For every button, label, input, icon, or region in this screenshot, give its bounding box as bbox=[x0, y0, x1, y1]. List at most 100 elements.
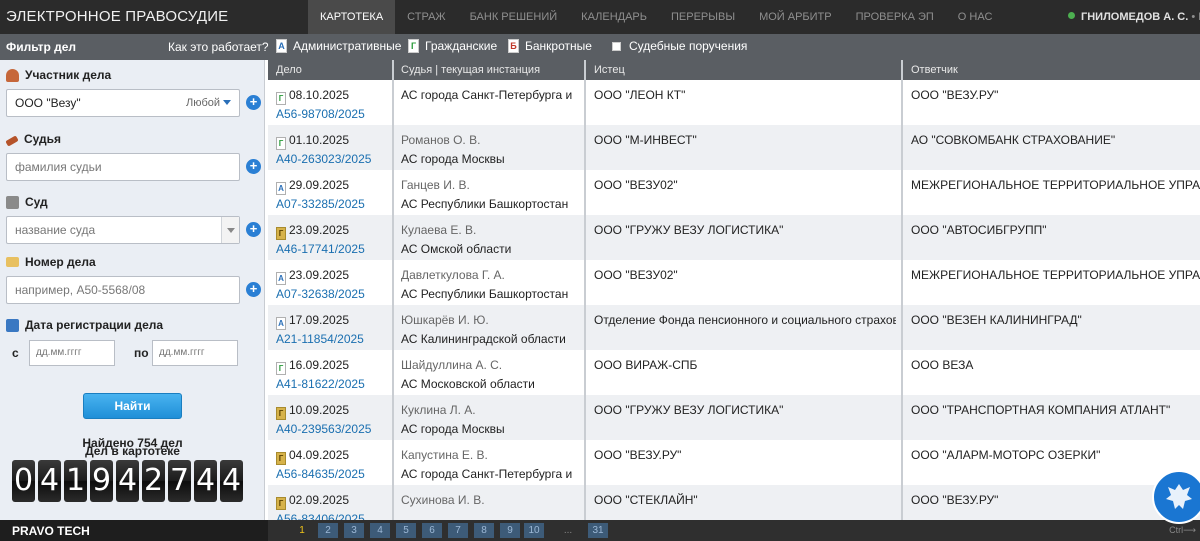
judge-name: Сухинова И. В. bbox=[401, 493, 485, 507]
case-type-icon: Г bbox=[276, 452, 286, 465]
search-button[interactable]: Найти bbox=[83, 393, 182, 419]
case-number-link[interactable]: А40-239563/2025 bbox=[276, 422, 392, 436]
date-from-input[interactable]: дд.мм.гггг bbox=[29, 340, 115, 366]
page-3-button[interactable]: 3 bbox=[344, 523, 364, 538]
court-dropdown-arrow-icon[interactable] bbox=[221, 217, 239, 243]
gavel-icon bbox=[5, 135, 19, 147]
participant-role-select[interactable]: Любой bbox=[186, 90, 231, 116]
table-row[interactable]: Г 04.09.2025 А56-84635/2025 Капустина Е. В.… bbox=[268, 440, 1200, 485]
case-number-link[interactable]: А56-83406/2025 bbox=[276, 512, 392, 520]
header-defendant[interactable]: Ответчик bbox=[911, 64, 958, 76]
page-10-button[interactable]: 10 bbox=[524, 523, 544, 538]
case-number-input[interactable]: например, А50-5568/08 bbox=[6, 276, 240, 304]
page-2-button[interactable]: 2 bbox=[318, 523, 338, 538]
table-row[interactable]: А 23.09.2025 А07-32638/2025 Давлеткулова Г.… bbox=[268, 260, 1200, 305]
header-plaintiff[interactable]: Истец bbox=[594, 64, 625, 76]
case-number-link[interactable]: А56-84635/2025 bbox=[276, 467, 392, 481]
plaintiff-name[interactable]: Отделение Фонда пенсионного и социальног… bbox=[594, 313, 896, 327]
case-number-link[interactable]: А21-11854/2025 bbox=[276, 332, 392, 346]
table-row[interactable]: Г 10.09.2025 А40-239563/2025 Куклина Л. А. А… bbox=[268, 395, 1200, 440]
page-7-button[interactable]: 7 bbox=[448, 523, 468, 538]
filter-type-administrative[interactable]: А Административные bbox=[276, 39, 401, 53]
table-row[interactable]: Г 23.09.2025 А46-17741/2025 Кулаева Е. В. АС… bbox=[268, 215, 1200, 260]
page-4-button[interactable]: 4 bbox=[370, 523, 390, 538]
header-case[interactable]: Дело bbox=[276, 64, 302, 76]
nav-pereryvy[interactable]: ПЕРЕРЫВЫ bbox=[659, 0, 747, 34]
nav-bank-resheniy[interactable]: БАНК РЕШЕНИЙ bbox=[458, 0, 570, 34]
add-participant-button[interactable]: + bbox=[246, 95, 261, 110]
court-orders-checkbox[interactable] bbox=[612, 41, 621, 51]
defendant-name[interactable]: МЕЖРЕГИОНАЛЬНОЕ ТЕРРИТОРИАЛЬНОЕ УПРАВЛЕН bbox=[911, 268, 1200, 282]
court-name: АС города Москвы bbox=[401, 422, 505, 436]
nav-kartoteka[interactable]: КАРТОТЕКА bbox=[308, 0, 396, 34]
defendant-name[interactable]: ООО "ВЕЗЕН КАЛИНИНГРАД" bbox=[911, 313, 1200, 327]
table-row[interactable]: Г 16.09.2025 А41-81622/2025 Шайдуллина А. С… bbox=[268, 350, 1200, 395]
nav-strazh[interactable]: СТРАЖ bbox=[395, 0, 457, 34]
case-type-icon: Г bbox=[276, 362, 286, 375]
page-5-button[interactable]: 5 bbox=[396, 523, 416, 538]
site-brand[interactable]: ЭЛЕКТРОННОЕ ПРАВОСУДИЕ bbox=[6, 8, 228, 25]
nav-kalendar[interactable]: КАЛЕНДАРЬ bbox=[569, 0, 659, 34]
defendant-name[interactable]: ООО "АВТОСИБГРУПП" bbox=[911, 223, 1200, 237]
judge-input[interactable]: фамилия судьи bbox=[6, 153, 240, 181]
case-number-link[interactable]: А07-32638/2025 bbox=[276, 287, 392, 301]
defendant-name[interactable]: ООО ВЕЗА bbox=[911, 358, 1200, 372]
nav-moy-arbitr[interactable]: МОЙ АРБИТР bbox=[747, 0, 844, 34]
case-counter: 0 4 1 9 4 2 7 4 4 bbox=[12, 460, 246, 502]
table-row[interactable]: А 17.09.2025 А21-11854/2025 Юшкарёв И. Ю. АС… bbox=[268, 305, 1200, 350]
nav-proverka-ep[interactable]: ПРОВЕРКА ЭП bbox=[844, 0, 946, 34]
defendant-name[interactable]: МЕЖРЕГИОНАЛЬНОЕ ТЕРРИТОРИАЛЬНОЕ УПРАВЛЕН bbox=[911, 178, 1200, 192]
case-number-link[interactable]: А46-17741/2025 bbox=[276, 242, 392, 256]
case-type-icon: А bbox=[276, 317, 286, 330]
plaintiff-name[interactable]: ООО "ВЕЗУ.РУ" bbox=[594, 448, 896, 462]
defendant-name[interactable]: АО "СОВКОМБАНК СТРАХОВАНИЕ" bbox=[911, 133, 1200, 147]
court-orders-label: Судебные поручения bbox=[629, 39, 748, 53]
add-court-button[interactable]: + bbox=[246, 222, 261, 237]
plaintiff-name[interactable]: ООО "ГРУЖУ ВЕЗУ ЛОГИСТИКА" bbox=[594, 223, 896, 237]
emblem-icon[interactable] bbox=[1152, 470, 1200, 524]
cards-count-label: Дел в картотеке bbox=[85, 444, 180, 458]
header-judge-instance[interactable]: Судья | текущая инстанция bbox=[401, 64, 540, 76]
participant-input[interactable]: ООО "Везу" Любой bbox=[6, 89, 240, 117]
defendant-name[interactable]: ООО "ТРАНСПОРТНАЯ КОМПАНИЯ АТЛАНТ" bbox=[911, 403, 1200, 417]
page-6-button[interactable]: 6 bbox=[422, 523, 442, 538]
plaintiff-name[interactable]: ООО "СТЕКЛАЙН" bbox=[594, 493, 896, 507]
plaintiff-name[interactable]: ООО "ВЕЗУ02" bbox=[594, 178, 896, 192]
judge-name: Куклина Л. А. bbox=[401, 403, 476, 417]
date-to-label: по bbox=[134, 346, 149, 360]
filter-type-civil[interactable]: Г Гражданские bbox=[408, 39, 497, 53]
filter-court-orders[interactable]: Судебные поручения bbox=[612, 39, 747, 53]
court-name: АС Московской области bbox=[401, 377, 535, 391]
plaintiff-name[interactable]: ООО "ЛЕОН КТ" bbox=[594, 88, 896, 102]
case-number-link[interactable]: А41-81622/2025 bbox=[276, 377, 392, 391]
how-it-works-link[interactable]: Как это работает? bbox=[168, 40, 269, 54]
case-number-link[interactable]: А40-263023/2025 bbox=[276, 152, 392, 166]
plaintiff-name[interactable]: ООО "М-ИНВЕСТ" bbox=[594, 133, 896, 147]
add-case-number-button[interactable]: + bbox=[246, 282, 261, 297]
page-9-button[interactable]: 9 bbox=[500, 523, 520, 538]
counter-digit: 4 bbox=[194, 460, 217, 502]
user-menu[interactable]: ГНИЛОМЕДОВ А. С. • Вы bbox=[1068, 11, 1200, 23]
ctrl-hint: Ctrl⟶ bbox=[1169, 525, 1196, 535]
defendant-name[interactable]: ООО "ВЕЗУ.РУ" bbox=[911, 88, 1200, 102]
table-row[interactable]: Г 08.10.2025 А56-98708/2025 АС города Санкт… bbox=[268, 80, 1200, 125]
date-to-input[interactable]: дд.мм.гггг bbox=[152, 340, 238, 366]
plaintiff-name[interactable]: ООО ВИРАЖ-СПБ bbox=[594, 358, 896, 372]
nav-o-nas[interactable]: О НАС bbox=[946, 0, 1005, 34]
court-input[interactable]: название суда bbox=[6, 216, 240, 244]
table-row[interactable]: Г 02.09.2025 А56-83406/2025 Сухинова И. В. О… bbox=[268, 485, 1200, 520]
defendant-name[interactable]: ООО "АЛАРМ-МОТОРС ОЗЕРКИ" bbox=[911, 448, 1200, 462]
add-judge-button[interactable]: + bbox=[246, 159, 261, 174]
case-number-link[interactable]: А56-98708/2025 bbox=[276, 107, 392, 121]
table-row[interactable]: Г 01.10.2025 А40-263023/2025 Романов О. В. А… bbox=[268, 125, 1200, 170]
plaintiff-name[interactable]: ООО "ВЕЗУ02" bbox=[594, 268, 896, 282]
page-8-button[interactable]: 8 bbox=[474, 523, 494, 538]
pravo-tech-logo[interactable]: PRAVO TECH bbox=[12, 524, 90, 538]
court-label: Суд bbox=[6, 195, 48, 209]
filter-type-bankruptcy[interactable]: Б Банкротные bbox=[508, 39, 592, 53]
plaintiff-name[interactable]: ООО "ГРУЖУ ВЕЗУ ЛОГИСТИКА" bbox=[594, 403, 896, 417]
table-row[interactable]: А 29.09.2025 А07-33285/2025 Ганцев И. В. АС … bbox=[268, 170, 1200, 215]
page-1-button[interactable]: 1 bbox=[292, 523, 312, 538]
case-number-link[interactable]: А07-33285/2025 bbox=[276, 197, 392, 211]
page-31-button[interactable]: 31 bbox=[588, 523, 608, 538]
